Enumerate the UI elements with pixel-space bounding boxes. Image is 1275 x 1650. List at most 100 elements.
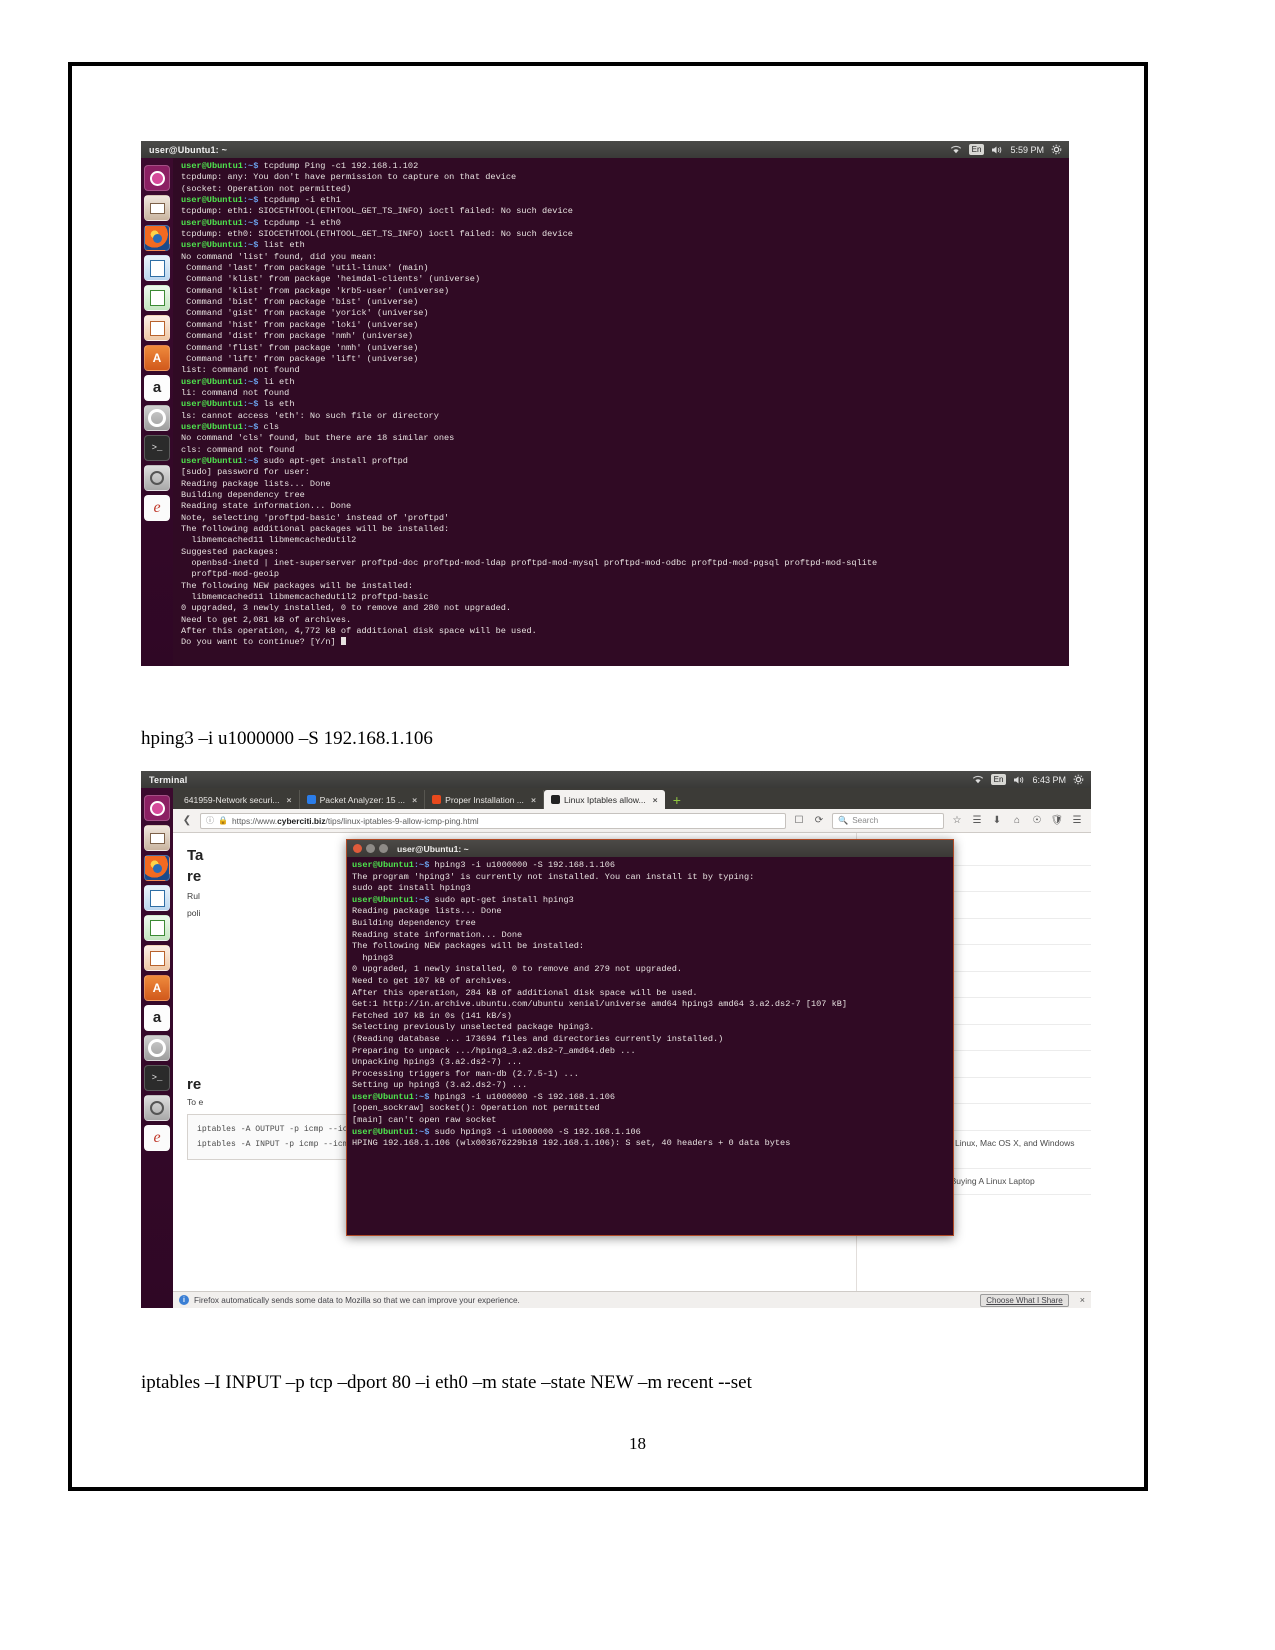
library-icon[interactable]: ☰ — [970, 814, 984, 828]
help-icon[interactable] — [144, 495, 170, 521]
files-icon[interactable] — [144, 825, 170, 851]
libreoffice-calc-icon[interactable] — [144, 285, 170, 311]
shell-command: ls eth — [263, 399, 295, 410]
shield-icon[interactable]: 🛡 — [1050, 814, 1064, 828]
window-minimize-icon[interactable] — [366, 844, 375, 853]
reader-icon[interactable]: ☐ — [792, 814, 806, 828]
terminal-line: No command 'list' found, did you mean: — [181, 251, 377, 262]
back-arrow-icon[interactable]: ❮ — [180, 814, 194, 828]
terminal-line: No command 'cls' found, but there are 18… — [181, 433, 455, 444]
keyboard-language-indicator[interactable]: En — [968, 144, 985, 155]
libreoffice-writer-icon[interactable] — [144, 885, 170, 911]
screenshot-icon[interactable] — [144, 465, 170, 491]
new-tab-button[interactable]: + — [665, 793, 689, 809]
floating-terminal-window[interactable]: user@Ubuntu1: ~ user@Ubuntu1:~$ hping3 -… — [346, 839, 954, 1236]
terminal-line: user@Ubuntu1:~$ li eth — [181, 377, 1069, 388]
shell-command: cls — [263, 421, 280, 432]
shot1-terminal-output[interactable]: user@Ubuntu1 :~$ tcpdump Ping -c1 192.168… — [173, 158, 1069, 666]
terminal-icon[interactable] — [144, 1065, 170, 1091]
shell-command: hping3 -i u1000000 -S 192.168.1.106 — [434, 1091, 616, 1102]
shell-prompt-path: :~$ — [413, 894, 435, 905]
amazon-icon[interactable] — [144, 375, 170, 401]
terminal-line: libmemcached11 libmemcachedutil2 proftpd… — [181, 592, 429, 603]
system-settings-icon[interactable] — [144, 405, 170, 431]
tab-close-icon[interactable]: × — [287, 795, 292, 805]
search-icon: 🔍 — [838, 815, 849, 825]
shot2-unity-launcher[interactable] — [141, 788, 173, 1308]
shot1-clock[interactable]: 5:59 PM — [1010, 145, 1044, 155]
shell-command: list eth — [263, 240, 305, 251]
gear-icon — [1073, 774, 1084, 785]
firefox-icon[interactable] — [144, 225, 170, 251]
screenshot-icon[interactable] — [144, 1095, 170, 1121]
firefox-browser-window: 641959-Network securi... × Packet Analyzer… — [173, 788, 1091, 1308]
terminal-line: [sudo] password for user: — [181, 467, 310, 478]
browser-search-box[interactable]: 🔍 Search — [832, 812, 944, 829]
shell-prompt-path: :~$ — [413, 1091, 435, 1102]
amazon-icon[interactable] — [144, 1005, 170, 1031]
terminal-line: 0 upgraded, 3 newly installed, 0 to remo… — [181, 603, 512, 614]
browser-tab-3[interactable]: Linux Iptables allow... × — [543, 790, 665, 809]
terminal-output[interactable]: user@Ubuntu1:~$ hping3 -i u1000000 -S 19… — [347, 857, 953, 1235]
files-icon[interactable] — [144, 195, 170, 221]
terminal-line: Command 'gist' from package 'yorick' (un… — [181, 308, 429, 319]
terminal-line: user@Ubuntu1:~$ ls eth — [181, 399, 1069, 410]
ubuntu-dash-icon[interactable] — [144, 795, 170, 821]
tab-close-icon[interactable]: × — [412, 795, 417, 805]
shell-prompt-path: :~$ — [242, 161, 264, 171]
window-maximize-icon[interactable] — [379, 844, 388, 853]
reload-icon[interactable]: ⟳ — [812, 814, 826, 828]
shell-command: sudo hping3 -i u1000000 -S 192.168.1.106 — [434, 1126, 641, 1137]
info-icon[interactable]: ⓘ — [206, 815, 214, 826]
home-icon[interactable]: ⌂ — [1010, 814, 1024, 828]
url-address-bar[interactable]: ⓘ 🔒 https://www.cyberciti.biz/tips/linux… — [200, 812, 786, 829]
libreoffice-impress-icon[interactable] — [144, 315, 170, 341]
terminal-line: user@Ubuntu1:~$ tcpdump -i eth0 — [181, 218, 1069, 229]
hamburger-menu-icon[interactable]: ☰ — [1070, 814, 1084, 828]
browser-tab-0[interactable]: 641959-Network securi... × — [177, 790, 300, 809]
terminal-line: user@Ubuntu1:~$ tcpdump Ping -c1 192.168… — [181, 161, 1069, 172]
help-icon[interactable] — [144, 1125, 170, 1151]
close-icon[interactable]: × — [1074, 1295, 1085, 1305]
browser-tab-2[interactable]: Proper Installation ... × — [425, 790, 544, 809]
terminal-line: tcpdump: eth0: SIOCETHTOOL(ETHTOOL_GET_T… — [181, 229, 573, 240]
terminal-line: Reading state information... Done — [181, 501, 352, 512]
shell-prompt-user: user@Ubuntu1 — [181, 421, 243, 432]
shot1-window-title: user@Ubuntu1: ~ — [149, 144, 228, 155]
shot2-clock[interactable]: 6:43 PM — [1032, 775, 1066, 785]
keyboard-language-indicator[interactable]: En — [990, 774, 1007, 785]
terminal-line: hping3 — [352, 952, 394, 963]
terminal-line: user@Ubuntu1:~$ cls — [181, 422, 1069, 433]
ubuntu-software-icon[interactable] — [144, 345, 170, 371]
system-settings-icon[interactable] — [144, 1035, 170, 1061]
shell-prompt-user: user@Ubuntu1 — [181, 399, 243, 410]
ubuntu-software-icon[interactable] — [144, 975, 170, 1001]
terminal-icon[interactable] — [144, 435, 170, 461]
libreoffice-writer-icon[interactable] — [144, 255, 170, 281]
browser-tab-bar[interactable]: 641959-Network securi... × Packet Analyzer… — [173, 788, 1091, 809]
terminal-line: Command 'klist' from package 'krb5-user'… — [181, 285, 450, 296]
tab-close-icon[interactable]: × — [653, 795, 658, 805]
choose-what-i-share-button[interactable]: Choose What I Share — [980, 1293, 1069, 1307]
terminal-line: Command 'klist' from package 'heimdal-cl… — [181, 274, 481, 285]
download-icon[interactable]: ⬇ — [990, 814, 1004, 828]
shot1-unity-launcher[interactable] — [141, 158, 173, 666]
shell-command: tcpdump Ping -c1 192.168.1.102 — [263, 161, 419, 171]
firefox-icon[interactable] — [144, 855, 170, 881]
shell-prompt-user: user@Ubuntu1 — [181, 195, 243, 206]
volume-icon — [1014, 776, 1024, 783]
star-icon[interactable]: ☆ — [950, 814, 964, 828]
tab-close-icon[interactable]: × — [531, 795, 536, 805]
ubuntu-dash-icon[interactable] — [144, 165, 170, 191]
sync-icon[interactable]: ☉ — [1030, 814, 1044, 828]
terminal-line: After this operation, 284 kB of addition… — [352, 987, 698, 998]
shell-command: tcpdump -i eth0 — [263, 217, 341, 228]
terminal-line: The following NEW packages will be insta… — [352, 941, 585, 952]
terminal-title-text: user@Ubuntu1: ~ — [397, 843, 469, 854]
screenshot-browser-hping3: Terminal En 6:43 PM 641959-Network secur… — [141, 771, 1091, 1308]
browser-tab-1[interactable]: Packet Analyzer: 15 ... × — [300, 790, 426, 809]
shell-command: hping3 -i u1000000 -S 192.168.1.106 — [434, 860, 616, 870]
libreoffice-impress-icon[interactable] — [144, 945, 170, 971]
libreoffice-calc-icon[interactable] — [144, 915, 170, 941]
window-close-icon[interactable] — [353, 844, 362, 853]
